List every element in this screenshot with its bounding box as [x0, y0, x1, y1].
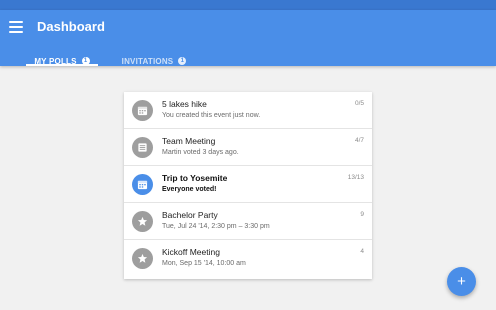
menu-icon[interactable]: [9, 21, 23, 33]
poll-row[interactable]: Team Meeting Martin voted 3 days ago. 4/…: [124, 129, 372, 166]
app-bar: Dashboard MY POLLS 1 INVITATIONS 1: [0, 10, 496, 66]
star-icon: [132, 248, 153, 269]
poll-count: 13/13: [347, 174, 364, 181]
poll-row[interactable]: Bachelor Party Tue, Jul 24 '14, 2:30 pm …: [124, 203, 372, 240]
add-poll-button[interactable]: +: [447, 267, 476, 296]
calendar-icon: [132, 174, 153, 195]
tab-my-polls[interactable]: MY POLLS 1: [26, 46, 98, 76]
status-bar: [0, 0, 496, 10]
poll-subtitle: You created this event just now.: [162, 112, 261, 119]
poll-row[interactable]: Kickoff Meeting Mon, Sep 15 '14, 10:00 a…: [124, 240, 372, 279]
poll-subtitle: Mon, Sep 15 '14, 10:00 am: [162, 260, 246, 267]
star-icon: [132, 211, 153, 232]
poll-count: 4/7: [354, 137, 364, 144]
poll-count: 0/5: [354, 100, 364, 107]
poll-title: Bachelor Party: [162, 210, 218, 220]
poll-count: 9: [360, 211, 364, 218]
tab-badge: 1: [178, 57, 187, 65]
poll-count: 4: [360, 248, 364, 255]
tab-invitations[interactable]: INVITATIONS 1: [118, 46, 190, 76]
tab-label: INVITATIONS: [121, 56, 174, 66]
poll-title: Kickoff Meeting: [162, 247, 220, 257]
tab-indicator: [26, 64, 98, 66]
poll-row[interactable]: Trip to Yosemite Everyone voted! 13/13: [124, 166, 372, 203]
plus-icon: +: [457, 273, 466, 290]
polls-card: 5 lakes hike You created this event just…: [124, 92, 372, 279]
poll-subtitle: Everyone voted!: [162, 186, 217, 193]
poll-subtitle: Martin voted 3 days ago.: [162, 149, 239, 156]
poll-title: Trip to Yosemite: [162, 173, 228, 183]
poll-subtitle: Tue, Jul 24 '14, 2:30 pm – 3:30 pm: [162, 223, 270, 230]
poll-title: 5 lakes hike: [162, 99, 207, 109]
app-title: Dashboard: [37, 19, 105, 34]
poll-row[interactable]: 5 lakes hike You created this event just…: [124, 92, 372, 129]
poll-title: Team Meeting: [162, 136, 216, 146]
list-icon: [132, 137, 153, 158]
calendar-icon: [132, 100, 153, 121]
